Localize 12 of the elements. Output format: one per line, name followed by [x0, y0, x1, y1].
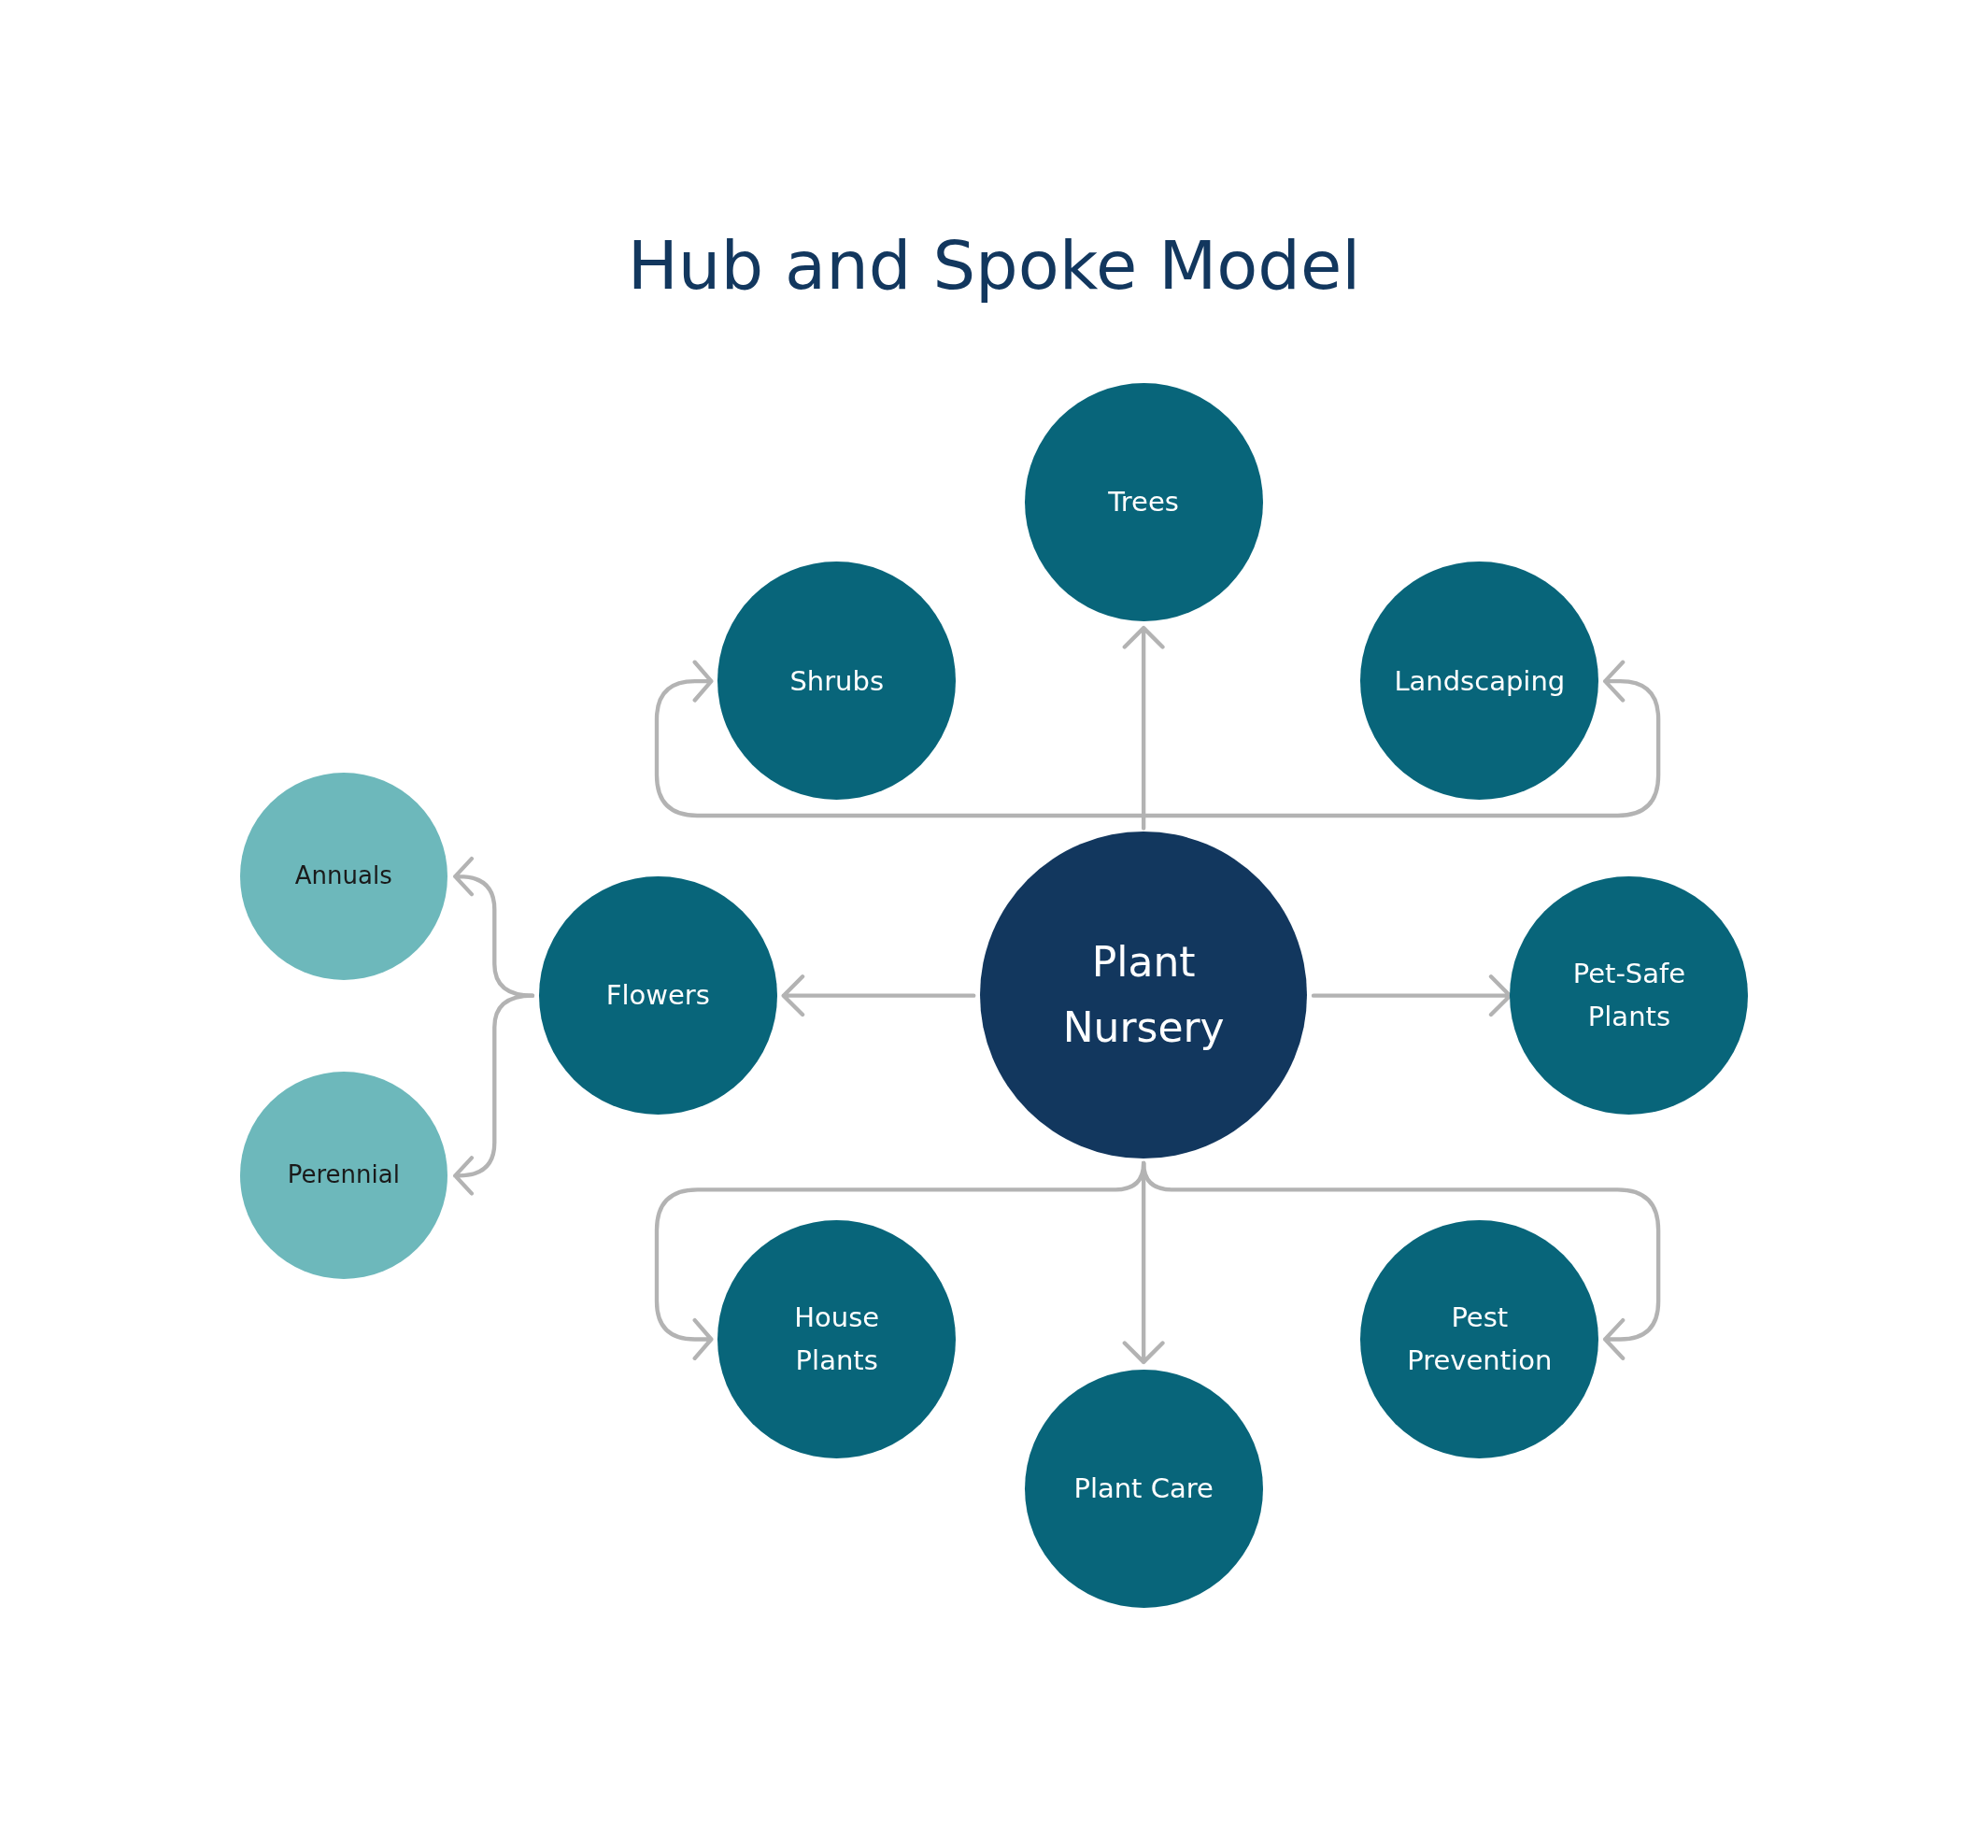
- node-label: Plant Nursery: [1062, 936, 1225, 1054]
- node-label: House Plants: [794, 1300, 880, 1379]
- node-label: Trees: [1108, 485, 1179, 520]
- node-label: Pet-Safe Plants: [1572, 956, 1686, 1035]
- node-label: Annuals: [294, 860, 392, 891]
- node-label: Shrubs: [789, 663, 884, 699]
- node-label: Flowers: [605, 978, 710, 1014]
- node-label: Plant Care: [1073, 1471, 1214, 1507]
- node-label: Perennial: [287, 1159, 400, 1191]
- node-label: Landscaping: [1394, 663, 1566, 699]
- diagram-title: Hub and Spoke Model: [627, 226, 1361, 305]
- node-label: Pest Prevention: [1407, 1300, 1553, 1379]
